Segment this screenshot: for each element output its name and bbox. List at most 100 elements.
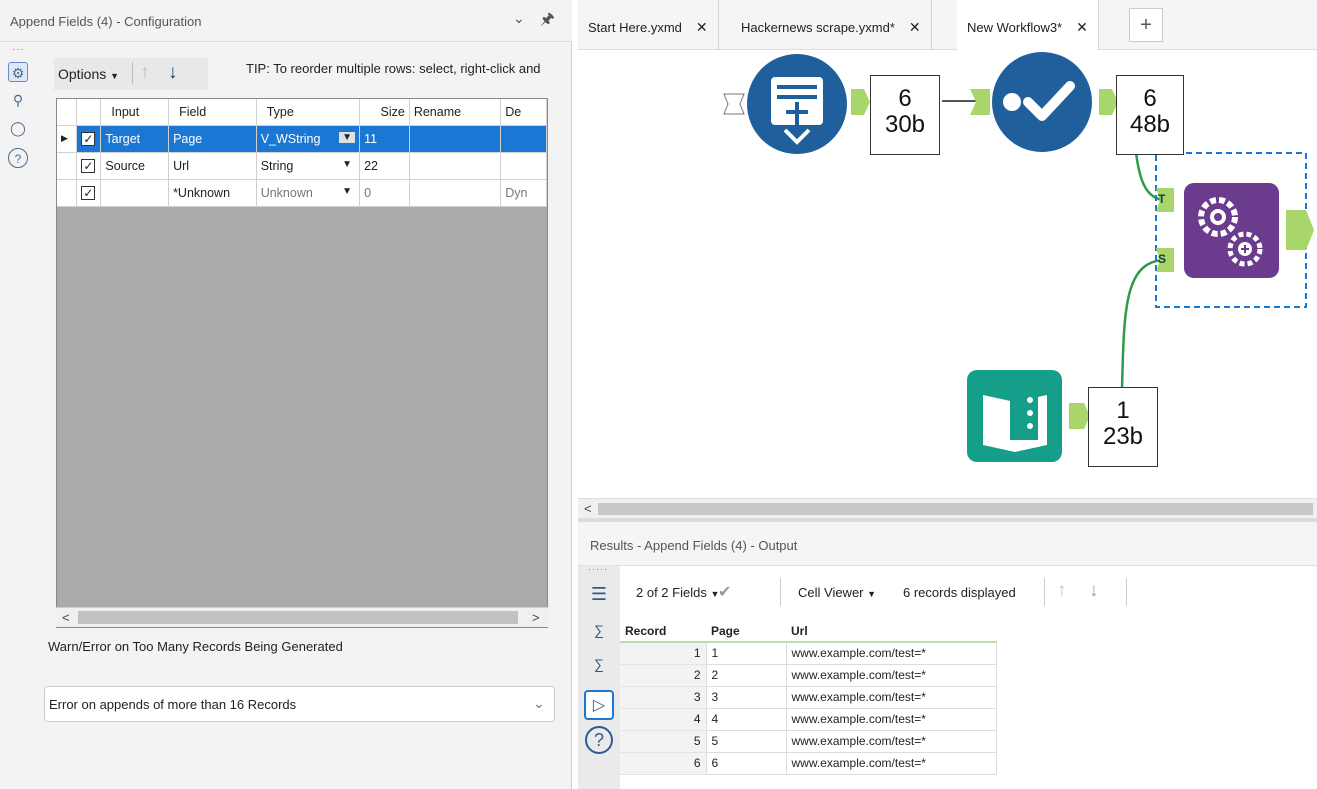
check-header-cell	[76, 99, 102, 126]
row-selector[interactable]	[57, 179, 78, 207]
cell-type[interactable]: V_WString ▼	[256, 125, 361, 153]
transfer-icon[interactable]: ⚲	[8, 90, 28, 110]
table-row[interactable]: 4 4 www.example.com/test=*	[620, 707, 997, 731]
move-down-icon[interactable]: ↓	[168, 62, 178, 84]
tag-icon[interactable]: ◯	[8, 118, 28, 138]
type-dropdown-icon[interactable]: ▼	[339, 158, 356, 170]
move-up-icon[interactable]: ↑	[140, 62, 150, 84]
workflow-canvas[interactable]: 6 30b 6 48b 1 23b T S	[578, 50, 1317, 498]
tab-start-here[interactable]: Start Here.yxmd ✕	[578, 0, 719, 50]
grid-horizontal-scrollbar[interactable]: < >	[56, 607, 548, 627]
chevron-down-icon[interactable]: ⌄	[513, 10, 525, 27]
cell-type[interactable]: String ▼	[256, 152, 361, 180]
col-header-input[interactable]: Input	[100, 99, 170, 126]
col-header-type[interactable]: Type	[256, 99, 361, 126]
tab-new-workflow3[interactable]: New Workflow3* ✕	[957, 0, 1099, 50]
add-tab-button[interactable]: +	[1129, 8, 1163, 42]
workflow-tab-bar: Start Here.yxmd ✕ Hackernews scrape.yxmd*…	[578, 0, 1317, 50]
row-selector-icon[interactable]: ▶	[57, 125, 78, 153]
col-header-size[interactable]: Size	[359, 99, 410, 126]
cell-page[interactable]: 3	[705, 685, 787, 709]
gear-icon[interactable]: ⚙	[8, 62, 28, 82]
cell-url[interactable]: www.example.com/test=*	[785, 729, 997, 753]
row-checkbox[interactable]: ✓	[76, 152, 102, 180]
col-header-record[interactable]: Record	[620, 620, 706, 643]
record-number: 2	[620, 664, 706, 687]
table-row[interactable]: 5 5 www.example.com/test=*	[620, 729, 997, 753]
grip-icon: ···	[12, 44, 25, 55]
help-icon[interactable]: ?	[585, 726, 613, 754]
close-icon[interactable]: ✕	[1076, 19, 1088, 35]
results-side-rail: ····· ☰ ∑ ∑ ▷ ?	[578, 564, 620, 789]
grid-row[interactable]: ✓ Source Url String ▼ 22	[57, 152, 547, 180]
arrow-down-icon[interactable]: ↓	[1089, 580, 1099, 602]
cell-field[interactable]: Page	[168, 125, 257, 153]
table-row[interactable]: 3 3 www.example.com/test=*	[620, 685, 997, 709]
cell-rename[interactable]	[409, 152, 502, 180]
canvas-horizontal-scrollbar[interactable]: <	[578, 498, 1317, 518]
fields-dropdown[interactable]: 2 of 2 Fields ▼	[636, 585, 719, 600]
cell-url[interactable]: www.example.com/test=*	[785, 751, 997, 775]
results-header: Results - Append Fields (4) - Output	[578, 522, 1317, 566]
cell-description[interactable]: Dyn	[500, 179, 547, 207]
cell-page[interactable]: 5	[705, 729, 787, 753]
grid-row[interactable]: ✓ *Unknown Unknown ▼ 0 Dyn	[57, 179, 547, 207]
row-checkbox[interactable]: ✓	[76, 179, 102, 207]
fields-table: Input Field Type Size Rename De ▶ ✓ Targ…	[57, 99, 547, 207]
grid-row[interactable]: ▶ ✓ Target Page V_WString ▼ 11	[57, 125, 547, 153]
row-selector[interactable]	[57, 152, 78, 180]
type-dropdown-icon[interactable]: ▼	[339, 185, 356, 197]
cell-page[interactable]: 6	[705, 751, 787, 775]
col-header-rename[interactable]: Rename	[409, 99, 502, 126]
cell-viewer-dropdown[interactable]: Cell Viewer ▼	[798, 585, 876, 600]
cell-page[interactable]: 2	[705, 663, 787, 687]
cell-field[interactable]: Url	[168, 152, 257, 180]
tab-hackernews-scrape[interactable]: Hackernews scrape.yxmd* ✕	[731, 0, 932, 50]
arrow-up-icon[interactable]: ↑	[1057, 580, 1067, 602]
type-dropdown-icon[interactable]: ▼	[339, 131, 356, 143]
cell-description[interactable]	[500, 125, 547, 153]
col-header-field[interactable]: Field	[168, 99, 257, 126]
col-header-page[interactable]: Page	[706, 620, 786, 643]
help-icon[interactable]: ?	[8, 148, 28, 168]
col-header-description[interactable]: De	[500, 99, 547, 126]
pin-icon[interactable]: 🖈	[540, 8, 555, 35]
close-icon[interactable]: ✕	[696, 19, 708, 35]
cell-url[interactable]: www.example.com/test=*	[785, 641, 997, 665]
options-dropdown[interactable]: Options ▼	[58, 66, 119, 82]
scrollbar-thumb[interactable]	[598, 503, 1313, 515]
scroll-right-icon[interactable]: >	[532, 610, 540, 625]
table-row[interactable]: 6 6 www.example.com/test=*	[620, 751, 997, 775]
cell-type[interactable]: Unknown ▼	[256, 179, 361, 207]
record-count-box: 6 48b	[1116, 75, 1184, 155]
cell-rename[interactable]	[409, 125, 502, 153]
table-row[interactable]: 2 2 www.example.com/test=*	[620, 663, 997, 687]
source-input-icon[interactable]: ∑	[584, 650, 614, 680]
results-title: Results - Append Fields (4) - Output	[590, 538, 798, 553]
cell-size[interactable]: 22	[359, 152, 410, 180]
record-count: 6	[898, 85, 912, 112]
table-row[interactable]: 1 1 www.example.com/test=*	[620, 641, 997, 665]
data-view-icon[interactable]: ☰	[584, 580, 614, 610]
cell-page[interactable]: 1	[705, 641, 787, 665]
cell-page[interactable]: 4	[705, 707, 787, 731]
cell-size[interactable]: 11	[359, 125, 410, 153]
close-icon[interactable]: ✕	[909, 19, 921, 35]
cell-description[interactable]	[500, 152, 547, 180]
apply-check-icon[interactable]: ✔	[718, 582, 731, 602]
row-checkbox[interactable]: ✓	[76, 125, 102, 153]
records-displayed-text: 6 records displayed	[903, 585, 1016, 600]
cell-field[interactable]: *Unknown	[168, 179, 257, 207]
col-header-url[interactable]: Url	[786, 620, 996, 643]
cell-url[interactable]: www.example.com/test=*	[785, 707, 997, 731]
warn-error-select[interactable]: Error on appends of more than 16 Records…	[44, 686, 555, 722]
cell-url[interactable]: www.example.com/test=*	[785, 663, 997, 687]
output-view-icon[interactable]: ▷	[584, 690, 614, 720]
scroll-left-icon[interactable]: <	[584, 501, 592, 516]
scroll-left-icon[interactable]: <	[62, 610, 70, 625]
cell-rename[interactable]	[409, 179, 502, 207]
scrollbar-thumb[interactable]	[78, 611, 518, 624]
cell-size[interactable]: 0	[359, 179, 410, 207]
cell-url[interactable]: www.example.com/test=*	[785, 685, 997, 709]
target-input-icon[interactable]: ∑	[584, 616, 614, 646]
